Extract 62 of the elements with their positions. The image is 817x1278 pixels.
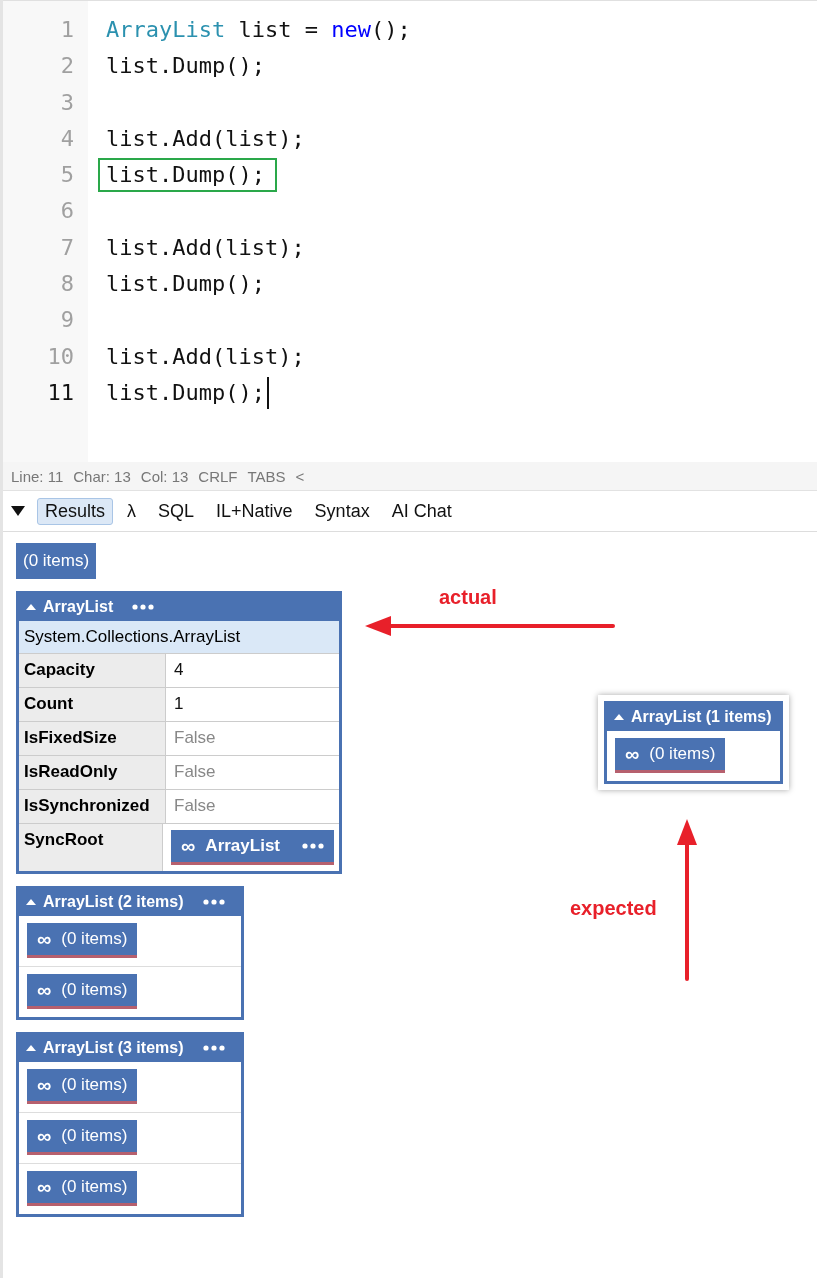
type-name: System.Collections.ArrayList <box>19 621 339 654</box>
more-icon[interactable] <box>202 1045 225 1051</box>
line-number: 1 <box>59 16 75 44</box>
line-number: 5 <box>59 161 75 190</box>
code-line: list.Dump(); <box>106 379 265 408</box>
line-number: 6 <box>59 197 75 226</box>
dump-title: ArrayList (3 items) <box>43 1039 184 1057</box>
more-icon[interactable] <box>132 604 155 610</box>
empty-result[interactable]: (0 items) <box>16 543 97 579</box>
reference-link[interactable]: ∞ ArrayList <box>171 830 334 865</box>
property-value: 4 <box>174 660 184 679</box>
status-item: < <box>295 467 305 485</box>
collapse-icon[interactable] <box>11 506 25 516</box>
property-value: False <box>174 762 216 781</box>
property-value: 1 <box>174 694 184 713</box>
status-item: TABS <box>247 467 286 485</box>
code-line: list.Add(list); <box>106 233 305 262</box>
tab[interactable]: SQL <box>150 497 203 525</box>
tab[interactable]: Syntax <box>306 497 378 525</box>
status-item: Line: 11 <box>11 467 64 485</box>
tab[interactable]: IL+Native <box>208 497 301 525</box>
property-name: Count <box>19 688 166 721</box>
code-line: list.Dump(); <box>106 52 265 81</box>
line-number: 10 <box>46 342 75 371</box>
property-name: IsSynchronized <box>19 790 166 823</box>
item-link[interactable]: ∞ (0 items) <box>27 923 138 958</box>
item-link[interactable]: ∞ (0 items) <box>27 1171 138 1206</box>
line-number: 7 <box>59 233 75 262</box>
dump-title: ArrayList <box>43 598 114 616</box>
property-name: IsReadOnly <box>19 756 166 789</box>
property-value: False <box>174 796 216 815</box>
item-link[interactable]: ∞ (0 items) <box>27 974 138 1009</box>
annotation-label: actual <box>439 586 497 609</box>
item-link[interactable]: ∞ (0 items) <box>615 738 726 773</box>
tab[interactable]: Results <box>37 497 114 525</box>
more-icon[interactable] <box>302 843 324 849</box>
line-number: 2 <box>59 52 75 81</box>
dump-title: ArrayList (1 items) <box>631 708 772 726</box>
code-line: ArrayList list = new(); <box>106 16 411 45</box>
line-number: 9 <box>59 306 75 335</box>
annotation-label: expected <box>570 897 657 920</box>
code-line: list.Dump(); <box>106 270 265 299</box>
item-link[interactable]: ∞ (0 items) <box>27 1120 138 1155</box>
line-number: 3 <box>59 88 75 117</box>
line-number: 11 <box>46 378 75 407</box>
tab[interactable]: AI Chat <box>383 497 460 525</box>
code-line: list.Add(list); <box>106 342 305 371</box>
line-number: 4 <box>59 124 75 153</box>
more-icon[interactable] <box>202 899 225 905</box>
line-number: 8 <box>59 270 75 299</box>
property-name: Capacity <box>19 654 166 687</box>
tab[interactable]: λ <box>119 497 145 525</box>
status-item: Col: 13 <box>140 467 189 485</box>
code-line: list.Add(list); <box>106 125 305 154</box>
item-link[interactable]: ∞ (0 items) <box>27 1069 138 1104</box>
status-item: CRLF <box>198 467 238 485</box>
property-name: IsFixedSize <box>19 722 166 755</box>
property-name: SyncRoot <box>19 824 164 871</box>
property-value: False <box>174 728 216 747</box>
dump-title: ArrayList (2 items) <box>43 893 184 911</box>
text-cursor <box>266 377 269 410</box>
status-item: Char: 13 <box>73 467 131 485</box>
